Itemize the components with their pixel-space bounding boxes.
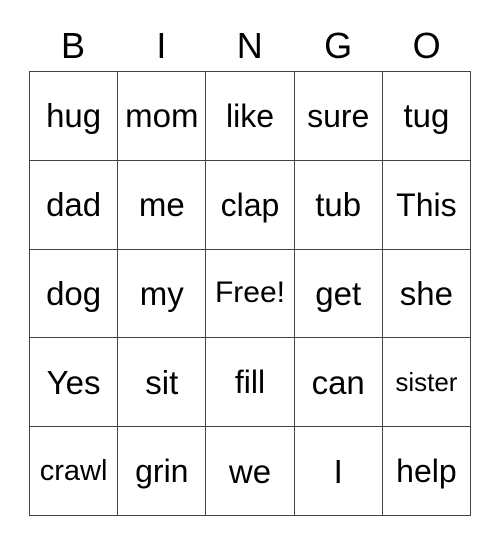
bingo-cell-label: sister [395, 367, 458, 398]
bingo-cell[interactable]: we [206, 427, 295, 516]
bingo-cell-label: crawl [39, 454, 108, 487]
bingo-free-space-label: Free! [214, 276, 285, 310]
bingo-cell-label: get [315, 274, 362, 312]
bingo-cell[interactable]: dog [30, 249, 119, 339]
bingo-cell-label: sit [145, 363, 179, 401]
bingo-cell[interactable]: can [294, 338, 383, 428]
bingo-cell[interactable]: mom [118, 72, 207, 161]
bingo-cell-label: dog [46, 274, 102, 312]
bingo-cell[interactable]: This [382, 160, 471, 250]
bingo-header: B I N G O [29, 22, 471, 70]
bingo-cell-label: dad [46, 186, 102, 224]
bingo-cell[interactable]: I [294, 427, 383, 516]
bingo-cell[interactable]: fill [206, 338, 295, 428]
bingo-cell[interactable]: me [118, 160, 207, 250]
bingo-cell-label: This [396, 186, 457, 223]
bingo-cell-label: fill [234, 364, 266, 401]
bingo-cell-label: grin [135, 453, 189, 490]
bingo-cell-label: tub [315, 186, 362, 224]
bingo-cell-label: I [333, 452, 343, 490]
bingo-cell[interactable]: tub [294, 160, 383, 250]
bingo-cell-label: she [399, 274, 453, 312]
bingo-cell[interactable]: dad [30, 160, 119, 250]
bingo-cell[interactable]: tug [382, 72, 471, 161]
bingo-cell-label: hug [46, 97, 102, 135]
header-letter-i: I [156, 25, 167, 66]
header-letter-o: O [412, 25, 442, 66]
bingo-cell-label: we [228, 452, 272, 490]
bingo-cell[interactable]: sit [118, 338, 207, 428]
bingo-cell-label: like [225, 97, 274, 134]
bingo-cell[interactable]: clap [206, 160, 295, 250]
bingo-cell-label: help [396, 453, 457, 490]
bingo-cell-label: me [138, 186, 185, 224]
bingo-cell[interactable]: help [382, 427, 471, 516]
bingo-cell[interactable]: she [382, 249, 471, 339]
bingo-free-space[interactable]: Free! [206, 249, 295, 339]
bingo-card: B I N G O hug mom like sure tug dad me c… [0, 0, 500, 544]
bingo-cell[interactable]: like [206, 72, 295, 161]
bingo-cell[interactable]: get [294, 249, 383, 339]
header-letter-b: B [60, 25, 86, 66]
bingo-cell[interactable]: grin [118, 427, 207, 516]
bingo-cell-label: tug [403, 97, 450, 135]
bingo-cell[interactable]: hug [30, 72, 119, 161]
bingo-cell[interactable]: my [118, 249, 207, 339]
bingo-cell-label: mom [125, 97, 199, 135]
bingo-cell[interactable]: Yes [30, 338, 119, 428]
bingo-cell[interactable]: sure [294, 72, 383, 161]
bingo-cell-label: clap [220, 186, 280, 223]
bingo-cell[interactable]: sister [382, 338, 471, 428]
bingo-grid: hug mom like sure tug dad me clap tub Th… [29, 71, 471, 516]
bingo-cell-label: Yes [46, 363, 101, 401]
bingo-cell-label: my [139, 274, 184, 312]
bingo-cell[interactable]: crawl [30, 427, 119, 516]
header-letter-n: N [236, 25, 264, 66]
header-letter-g: G [324, 25, 353, 66]
bingo-cell-label: sure [307, 97, 370, 134]
bingo-cell-label: can [311, 363, 365, 401]
